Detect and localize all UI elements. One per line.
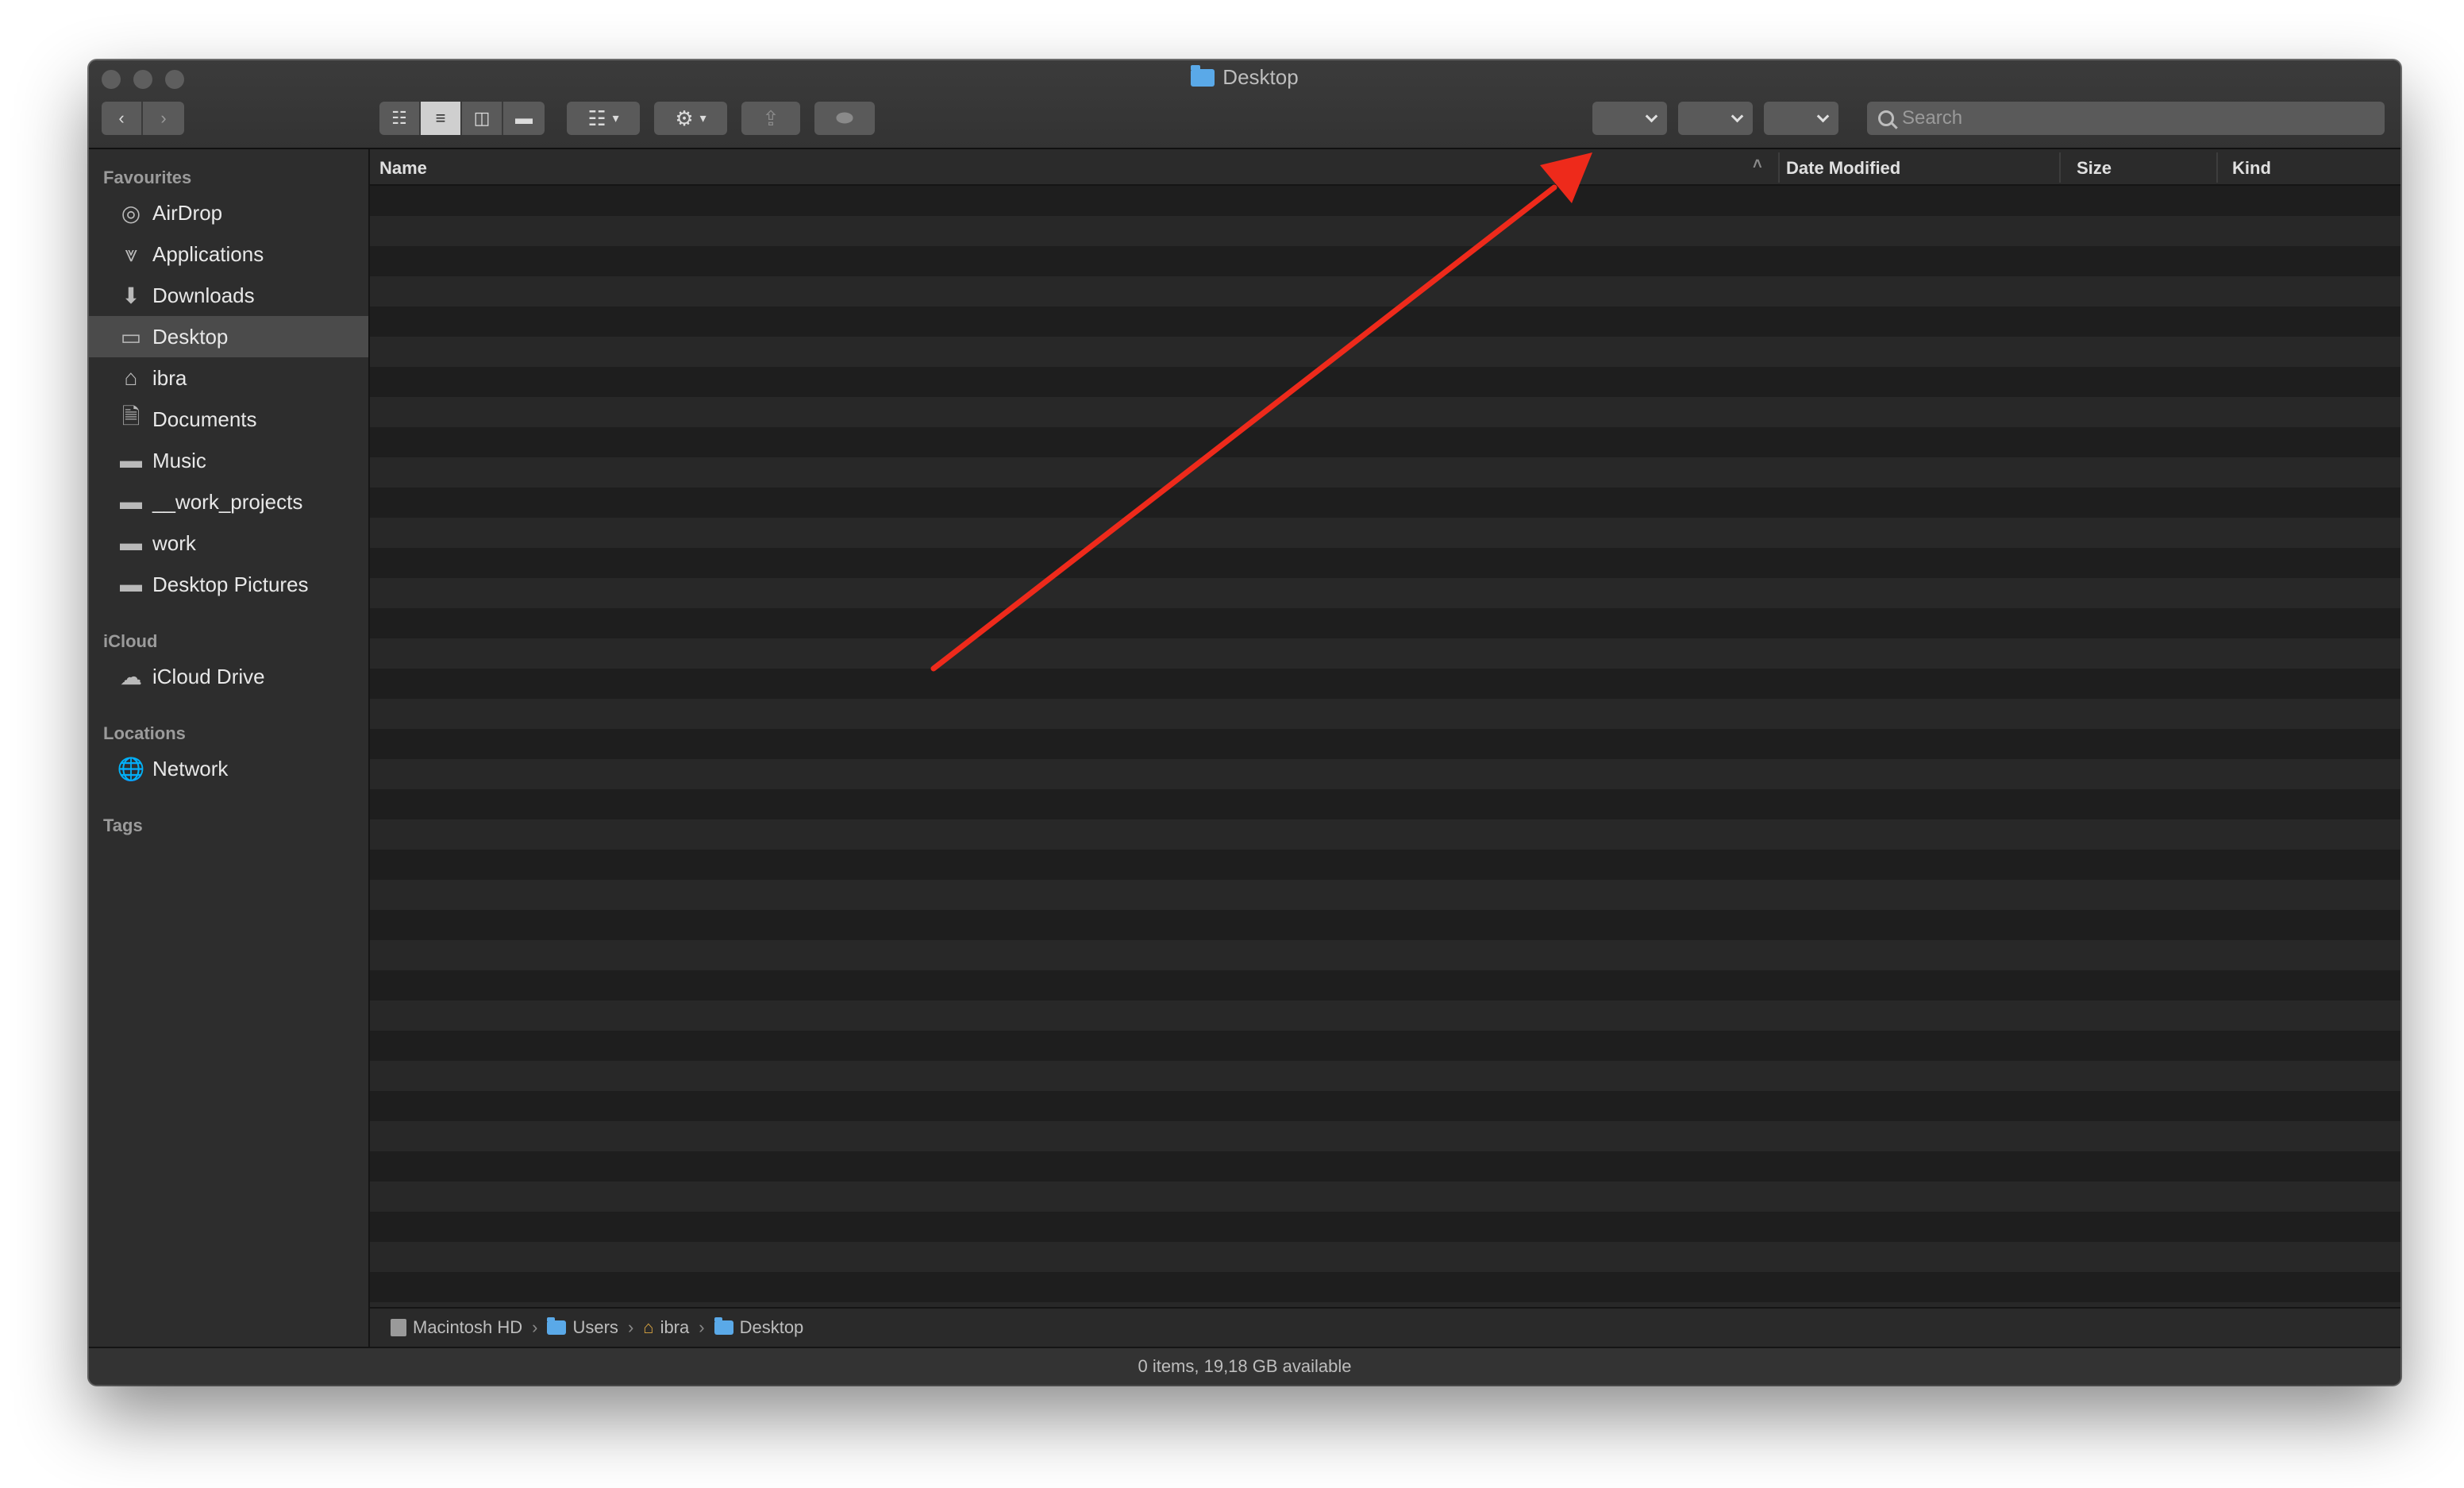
search-field[interactable] xyxy=(1867,102,2385,135)
path-item-desktop[interactable]: Desktop xyxy=(740,1317,804,1338)
column-header-date-modified[interactable]: Date Modified xyxy=(1786,158,1900,179)
chevron-right-icon: › xyxy=(160,108,167,128)
gear-icon: ⚙ xyxy=(675,106,694,130)
toolbar: Desktop ‹ › ☷ ≡ ◫ ▬ ☷ ▾ ⚙ ▾ ⇪ ⬬ xyxy=(89,60,2400,149)
toolbar-dropdown-3[interactable] xyxy=(1764,102,1838,135)
sidebar-item-label: iCloud Drive xyxy=(152,664,265,688)
sidebar-item-label: AirDrop xyxy=(152,200,223,225)
group-by-button[interactable]: ☷ ▾ xyxy=(567,102,640,135)
forward-button[interactable]: › xyxy=(143,102,184,135)
path-item-users[interactable]: Users xyxy=(572,1317,618,1338)
path-separator-icon: › xyxy=(699,1317,705,1337)
window-title-text: Desktop xyxy=(1222,65,1299,89)
desktop-folder-icon xyxy=(1191,64,1215,87)
home-icon: ⌂ xyxy=(643,1317,654,1337)
icon-view-button[interactable]: ☷ xyxy=(379,102,421,135)
path-separator-icon: › xyxy=(627,1317,634,1337)
cloud-icon: ☁ xyxy=(120,664,142,689)
sidebar-item-label: Network xyxy=(152,756,229,781)
sidebar-item-label: Applications xyxy=(152,241,264,266)
view-switcher: ☷ ≡ ◫ ▬ xyxy=(379,102,545,135)
path-item-ibra[interactable]: ibra xyxy=(660,1317,690,1338)
back-button[interactable]: ‹ xyxy=(102,102,143,135)
column-view-button[interactable]: ◫ xyxy=(462,102,503,135)
folder-icon: ▬ xyxy=(120,572,142,596)
sidebar-item-work[interactable]: ▬ work xyxy=(89,522,368,564)
folder-icon xyxy=(714,1317,733,1335)
sidebar-item-label: Music xyxy=(152,448,206,472)
downloads-icon: ⬇ xyxy=(121,283,141,308)
sidebar-section-favourites: Favourites xyxy=(103,168,192,187)
chevron-down-icon: ▾ xyxy=(612,112,619,125)
sidebar-item-label: Downloads xyxy=(152,283,255,307)
path-bar: Macintosh HD › Users › ⌂ ibra › Desktop xyxy=(370,1307,2400,1347)
documents-icon: 🗎 xyxy=(121,404,141,429)
sidebar-item-music[interactable]: ▬ Music xyxy=(89,440,368,481)
sidebar-item-desktop-pictures[interactable]: ▬ Desktop Pictures xyxy=(89,564,368,605)
toolbar-dropdown-1[interactable] xyxy=(1592,102,1667,135)
toolbar-dropdown-2[interactable] xyxy=(1678,102,1753,135)
finder-window: Desktop ‹ › ☷ ≡ ◫ ▬ ☷ ▾ ⚙ ▾ ⇪ ⬬ Search F… xyxy=(89,60,2400,1385)
sidebar-item-label: Documents xyxy=(152,407,257,431)
list-icon: ≡ xyxy=(435,108,446,128)
sidebar-section-tags: Tags xyxy=(103,815,143,835)
sidebar-item-work-projects[interactable]: ▬ __work_projects xyxy=(89,481,368,522)
path-item-macintosh-hd[interactable]: Macintosh HD xyxy=(413,1317,522,1338)
file-list: Name ˄ Date Modified Size Kind xyxy=(370,149,2400,1307)
sidebar-item-label: Desktop Pictures xyxy=(152,572,309,596)
path-separator-icon: › xyxy=(532,1317,538,1337)
gallery-icon: ▬ xyxy=(515,108,533,128)
airdrop-icon: ◎ xyxy=(121,200,141,226)
column-headers: Name ˄ Date Modified Size Kind xyxy=(370,149,2400,186)
sidebar-item-label: ibra xyxy=(152,365,187,390)
window-title: Desktop xyxy=(89,64,2400,90)
sidebar-item-label: work xyxy=(152,530,196,555)
network-icon: 🌐 xyxy=(117,756,145,781)
column-header-kind[interactable]: Kind xyxy=(2232,158,2271,179)
sidebar: Favourites ◎ AirDrop ⩔ Applications ⬇ Downl… xyxy=(89,149,370,1348)
chevron-left-icon: ‹ xyxy=(118,108,125,128)
sidebar-section-icloud: iCloud xyxy=(103,631,158,651)
sidebar-item-airdrop[interactable]: ◎ AirDrop xyxy=(89,192,368,233)
tags-button[interactable]: ⬬ xyxy=(814,102,875,135)
sidebar-section-locations: Locations xyxy=(103,723,186,743)
tag-icon: ⬬ xyxy=(835,106,854,129)
status-bar: 0 items, 19,18 GB available xyxy=(89,1347,2400,1385)
folder-icon: ▬ xyxy=(120,530,142,555)
column-header-size[interactable]: Size xyxy=(2077,158,2112,179)
navigation-buttons: ‹ › xyxy=(102,102,184,135)
desktop-icon: ▭ xyxy=(120,324,142,349)
sidebar-item-applications[interactable]: ⩔ Applications xyxy=(89,233,368,275)
search-input[interactable] xyxy=(1902,107,2362,129)
action-button[interactable]: ⚙ ▾ xyxy=(654,102,727,135)
sidebar-item-ibra[interactable]: ⌂ ibra xyxy=(89,357,368,399)
gallery-view-button[interactable]: ▬ xyxy=(503,102,545,135)
search-icon xyxy=(1878,110,1894,126)
folder-icon: ▬ xyxy=(120,448,142,472)
sidebar-item-documents[interactable]: 🗎 Documents xyxy=(89,399,368,440)
grid-icon: ☷ xyxy=(587,106,606,130)
grid-icon: ☷ xyxy=(391,108,407,128)
home-icon: ⌂ xyxy=(124,365,138,390)
disk-icon xyxy=(391,1319,406,1336)
share-icon: ⇪ xyxy=(762,106,780,130)
sidebar-item-desktop[interactable]: ▭ Desktop xyxy=(89,316,368,357)
sidebar-item-icloud-drive[interactable]: ☁ iCloud Drive xyxy=(89,656,368,697)
applications-icon: ⩔ xyxy=(125,241,137,266)
sort-ascending-icon: ˄ xyxy=(1753,156,1762,173)
folder-icon: ▬ xyxy=(120,489,142,514)
empty-file-rows[interactable] xyxy=(370,186,2400,1307)
folder-icon xyxy=(547,1317,567,1335)
column-header-name[interactable]: Name xyxy=(379,158,427,179)
sidebar-item-label: Desktop xyxy=(152,324,229,349)
sidebar-item-label: __work_projects xyxy=(152,489,303,514)
sidebar-item-network[interactable]: 🌐 Network xyxy=(89,748,368,789)
columns-icon: ◫ xyxy=(473,108,491,128)
chevron-down-icon: ▾ xyxy=(699,112,706,125)
list-view-button[interactable]: ≡ xyxy=(421,102,462,135)
sidebar-item-downloads[interactable]: ⬇ Downloads xyxy=(89,275,368,316)
share-button[interactable]: ⇪ xyxy=(741,102,800,135)
